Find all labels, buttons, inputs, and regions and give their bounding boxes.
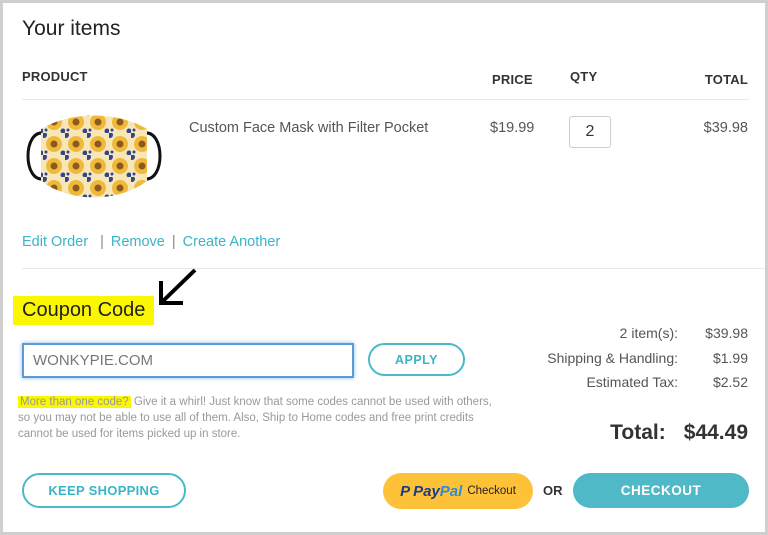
item-actions: Edit Order | Remove | Create Another bbox=[22, 234, 280, 250]
create-another-link[interactable]: Create Another bbox=[183, 234, 281, 250]
page-title: Your items bbox=[22, 17, 121, 40]
product-price: $19.99 bbox=[490, 120, 535, 136]
order-total: Total: $44.49 bbox=[610, 421, 748, 445]
edit-order-link[interactable]: Edit Order bbox=[22, 234, 88, 250]
checkout-button[interactable]: CHECKOUT bbox=[573, 473, 749, 508]
arrow-annotation-icon bbox=[159, 268, 197, 305]
divider: | bbox=[100, 234, 104, 250]
summary-label: Estimated Tax: bbox=[586, 374, 678, 390]
column-header-product: PRODUCT bbox=[22, 69, 88, 84]
column-header-price: PRICE bbox=[492, 72, 533, 87]
coupon-code-heading: Coupon Code bbox=[13, 296, 155, 325]
sunflower-face-mask-image[interactable] bbox=[21, 111, 167, 203]
column-header-total: TOTAL bbox=[704, 72, 748, 87]
total-value: $44.49 bbox=[683, 421, 748, 444]
cart-page: Your items PRODUCT PRICE QTY TOTAL Custo… bbox=[3, 3, 765, 532]
coupon-note-highlight: More than one code? bbox=[18, 396, 131, 408]
quantity-input[interactable] bbox=[569, 116, 611, 148]
coupon-code-input[interactable] bbox=[22, 343, 354, 378]
paypal-checkout-label: Checkout bbox=[467, 485, 516, 497]
or-separator: OR bbox=[543, 483, 563, 498]
header-divider bbox=[22, 99, 749, 100]
product-name[interactable]: Custom Face Mask with Filter Pocket bbox=[189, 120, 428, 136]
summary-value: $1.99 bbox=[712, 350, 748, 366]
summary-row-tax: Estimated Tax: $2.52 bbox=[586, 374, 748, 390]
summary-row-items: 2 item(s): $39.98 bbox=[620, 325, 748, 341]
summary-value: $2.52 bbox=[712, 374, 748, 390]
remove-link[interactable]: Remove bbox=[111, 234, 165, 250]
summary-label: 2 item(s): bbox=[619, 325, 678, 341]
apply-coupon-button[interactable]: APPLY bbox=[368, 343, 465, 376]
total-label: Total: bbox=[610, 421, 666, 444]
keep-shopping-button[interactable]: KEEP SHOPPING bbox=[22, 473, 186, 508]
summary-value: $39.98 bbox=[705, 325, 748, 341]
divider: | bbox=[171, 234, 176, 250]
column-header-qty: QTY bbox=[570, 69, 598, 84]
paypal-checkout-button[interactable]: P PayPal Checkout bbox=[383, 473, 533, 509]
paypal-logo-icon: P PayPal bbox=[400, 482, 463, 500]
summary-label: Shipping & Handling: bbox=[547, 350, 678, 366]
section-divider bbox=[22, 268, 765, 269]
coupon-note: More than one code? Give it a whirl! Jus… bbox=[16, 394, 496, 442]
summary-row-shipping: Shipping & Handling: $1.99 bbox=[547, 350, 748, 366]
product-line-total: $39.98 bbox=[703, 120, 748, 136]
